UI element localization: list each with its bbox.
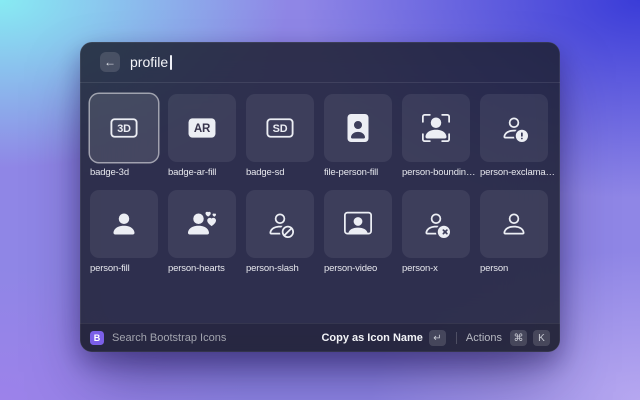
icon-grid: 3D badge-3d AR badge-ar-fill SD badge-sd… [80,83,560,274]
person-exclamation-icon [500,114,528,142]
icon-label: person-bounding-box [402,167,478,178]
icon-tile-person-x[interactable] [402,190,470,258]
icon-tile-badge-sd[interactable]: SD [246,94,314,162]
icon-label: person-hearts [168,263,244,274]
badge-sd-icon: SD [266,114,294,142]
icon-label: badge-ar-fill [168,167,244,178]
footer-actions: Copy as Icon Name ↵ Actions ⌘ K [321,330,550,346]
icon-search-window: ← profile 3D badge-3d AR badge-ar-fill S… [80,42,560,352]
search-query-text: profile [130,54,168,70]
icon-tile-badge-ar-fill[interactable]: AR [168,94,236,162]
person-icon [500,210,528,238]
person-bounding-box-icon [422,114,450,142]
search-input[interactable]: profile [130,54,172,70]
extension-name: Search Bootstrap Icons [112,332,226,344]
icon-label: person-video [324,263,400,274]
icon-cell: AR badge-ar-fill [168,94,236,178]
file-person-fill-icon [344,114,372,142]
icon-label: badge-sd [246,167,322,178]
person-video-icon [344,210,372,238]
icon-cell: person-hearts [168,190,236,274]
icon-label: person [480,263,556,274]
bootstrap-logo-icon: B [90,331,104,345]
icon-cell: person [480,190,548,274]
person-fill-icon [110,210,138,238]
desktop-background: ← profile 3D badge-3d AR badge-ar-fill S… [0,0,640,400]
badge-3d-icon: 3D [110,114,138,142]
icon-tile-person-hearts[interactable] [168,190,236,258]
footer-divider [456,332,457,344]
icon-label: person-slash [246,263,322,274]
actions-button[interactable]: Actions [466,332,502,344]
text-cursor [170,55,172,70]
icon-cell: person-x [402,190,470,274]
k-key-icon: K [533,330,550,346]
icon-cell: person-slash [246,190,314,274]
icon-tile-person-fill[interactable] [90,190,158,258]
copy-as-icon-name-button[interactable]: Copy as Icon Name [321,332,422,344]
icon-tile-file-person-fill[interactable] [324,94,392,162]
cmd-key-icon: ⌘ [510,330,527,346]
status-bar: B Search Bootstrap Icons Copy as Icon Na… [80,323,560,352]
icon-cell: file-person-fill [324,94,392,178]
person-x-icon [422,210,450,238]
icon-tile-person[interactable] [480,190,548,258]
icon-cell: person-exclamation [480,94,548,178]
icon-tile-person-slash[interactable] [246,190,314,258]
icon-cell: 3D badge-3d [90,94,158,178]
icon-tile-badge-3d[interactable]: 3D [90,94,158,162]
back-button[interactable]: ← [100,52,120,72]
icon-cell: person-video [324,190,392,274]
icon-tile-person-exclamation[interactable] [480,94,548,162]
icon-label: person-fill [90,263,166,274]
person-hearts-icon [188,210,216,238]
svg-text:3D: 3D [117,123,131,135]
icon-cell: person-fill [90,190,158,274]
svg-text:AR: AR [194,123,211,135]
person-slash-icon [266,210,294,238]
svg-text:SD: SD [273,123,288,135]
badge-ar-fill-icon: AR [188,114,216,142]
icon-label: file-person-fill [324,167,400,178]
icon-cell: SD badge-sd [246,94,314,178]
icon-tile-person-video[interactable] [324,190,392,258]
icon-cell: person-bounding-box [402,94,470,178]
back-arrow-icon: ← [104,52,116,72]
search-bar: ← profile [80,42,560,82]
icon-label: badge-3d [90,167,166,178]
enter-key-icon: ↵ [429,330,446,346]
icon-tile-person-bounding-box[interactable] [402,94,470,162]
icon-label: person-x [402,263,478,274]
icon-label: person-exclamation [480,167,556,178]
